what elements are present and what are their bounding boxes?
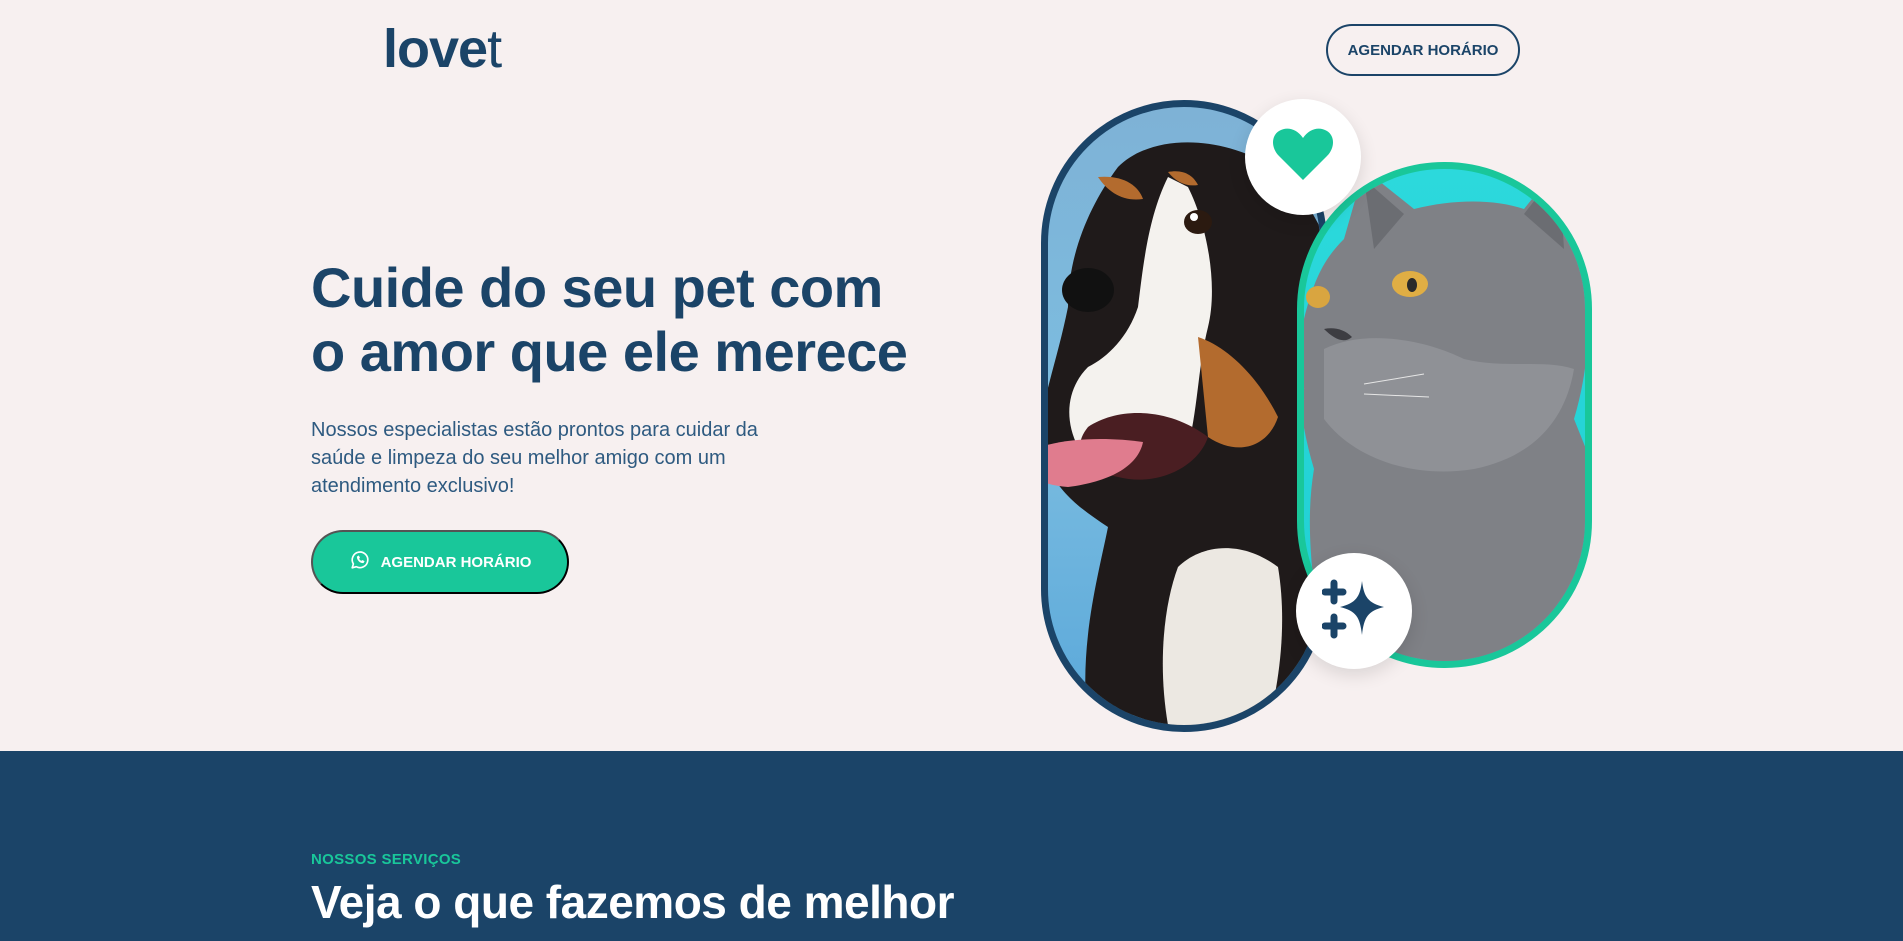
- heart-icon: [1273, 128, 1333, 187]
- sparkle-icon: [1321, 577, 1386, 646]
- hero-cta-label: AGENDAR HORÁRIO: [380, 553, 532, 571]
- services-title: Veja o que fazemos de melhor: [311, 876, 954, 928]
- logo-bold-text: love: [383, 19, 488, 79]
- logo-thin-text: t: [487, 19, 502, 79]
- hero-title: Cuide do seu pet com o amor que ele mere…: [311, 256, 951, 384]
- header-schedule-button[interactable]: AGENDAR HORÁRIO: [1326, 24, 1520, 76]
- site-header: lovet AGENDAR HORÁRIO: [0, 0, 1903, 100]
- hero-title-line2: o amor que ele merece: [311, 320, 908, 383]
- services-eyebrow: NOSSOS SERVIÇOS: [311, 851, 462, 868]
- services-section: NOSSOS SERVIÇOS Veja o que fazemos de me…: [0, 751, 1903, 941]
- heart-badge: [1245, 99, 1361, 215]
- brand-logo[interactable]: lovet: [383, 18, 502, 80]
- whatsapp-icon: [349, 549, 371, 575]
- hero-title-line1: Cuide do seu pet com: [311, 256, 883, 319]
- hero-description: Nossos especialistas estão prontos para …: [311, 419, 758, 497]
- hero-schedule-button[interactable]: AGENDAR HORÁRIO: [311, 530, 569, 594]
- sparkle-badge: [1296, 553, 1412, 669]
